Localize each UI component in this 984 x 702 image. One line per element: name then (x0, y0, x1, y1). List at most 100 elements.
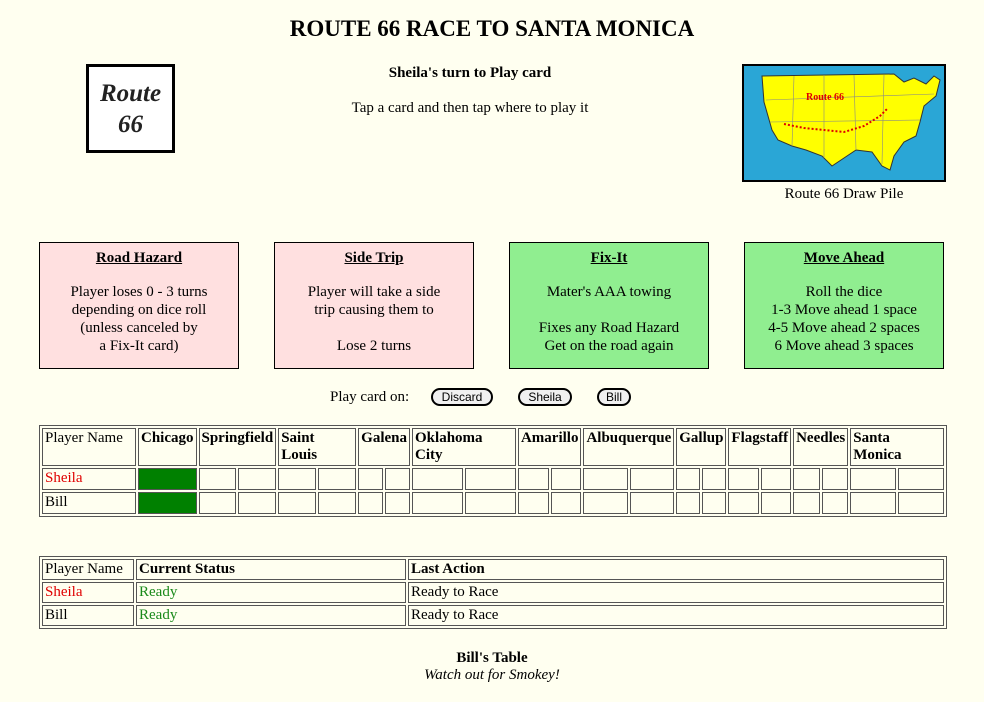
discard-button[interactable]: Discard (431, 388, 493, 406)
card-title: Road Hazard (95, 250, 183, 266)
route-66-logo: Route 66 (86, 64, 175, 153)
card-line: Player will take a side (307, 284, 441, 300)
status-last-action: Ready to Race (408, 582, 944, 603)
status-player-name: Sheila (42, 582, 134, 603)
city-needles: Needles (793, 428, 849, 466)
board-space (238, 468, 277, 490)
city-santa-monica: Santa Monica (850, 428, 944, 466)
board-space (728, 468, 759, 490)
logo-line-66: 66 (118, 110, 143, 138)
turn-indicator: Sheila's turn to Play card (388, 65, 552, 81)
card-line: 4-5 Move ahead 2 spaces (768, 320, 920, 336)
draw-pile-map[interactable]: Route 66 (742, 64, 946, 182)
board-space (412, 492, 463, 514)
tagline: Watch out for Smokey! (424, 667, 560, 683)
card-side-trip[interactable]: Side Trip Player will take a side trip c… (274, 242, 474, 369)
card-title: Move Ahead (803, 250, 885, 266)
instructions-text: Tap a card and then tap where to play it (351, 100, 589, 116)
card-line: a Fix-It card) (99, 338, 179, 354)
board-space (728, 492, 759, 514)
card-line: depending on dice roll (71, 302, 207, 318)
board-space (385, 492, 411, 514)
board-space (412, 468, 463, 490)
board-space (517, 468, 549, 490)
board-space (702, 468, 727, 490)
board-player-name: Bill (42, 492, 136, 514)
city-albuquerque: Albuquerque (583, 428, 675, 466)
status-row-sheila: Sheila Ready Ready to Race (42, 582, 944, 603)
board-space (464, 492, 516, 514)
card-line: trip causing them to (314, 302, 434, 318)
card-move-ahead[interactable]: Move Ahead Roll the dice 1-3 Move ahead … (744, 242, 944, 369)
logo-line-route: Route (99, 79, 162, 107)
card-line: Get on the road again (544, 338, 674, 354)
status-last-action: Ready to Race (408, 605, 944, 626)
board-space (760, 468, 792, 490)
status-row-bill: Bill Ready Ready to Race (42, 605, 944, 626)
card-road-hazard[interactable]: Road Hazard Player loses 0 - 3 turns dep… (39, 242, 239, 369)
table-name: Bill's Table (456, 650, 528, 666)
usa-map-icon: Route 66 (744, 66, 944, 180)
play-on-sheila-button[interactable]: Sheila (518, 388, 572, 406)
card-title: Fix-It (590, 250, 628, 266)
board-space (676, 492, 701, 514)
board-space (278, 492, 317, 514)
card-line: Mater's AAA towing (546, 284, 672, 300)
board-space (464, 468, 516, 490)
card-title: Side Trip (344, 250, 404, 266)
status-player-name: Bill (42, 605, 134, 626)
play-card-label: Play card on: (330, 389, 410, 405)
status-header-row: Player Name Current Status Last Action (42, 559, 944, 580)
board-space (702, 492, 727, 514)
card-line: Lose 2 turns (336, 338, 412, 354)
city-oklahoma-city: Oklahoma City (412, 428, 516, 466)
card-line: (unless canceled by (80, 320, 198, 336)
city-chicago: Chicago (138, 428, 197, 466)
board-space (318, 468, 357, 490)
board-row-bill: Bill (42, 492, 944, 514)
board-space (676, 468, 701, 490)
player-marker-sheila (138, 468, 197, 490)
board-space (583, 492, 628, 514)
race-board: Player Name Chicago Springfield Saint Lo… (39, 425, 947, 517)
board-header-player: Player Name (42, 428, 136, 466)
board-space (550, 468, 582, 490)
page-title: ROUTE 66 RACE TO SANTA MONICA (289, 16, 695, 41)
board-space (793, 468, 820, 490)
board-space (821, 492, 849, 514)
city-gallup: Gallup (676, 428, 727, 466)
card-line: Roll the dice (805, 284, 883, 300)
board-space (898, 492, 944, 514)
board-header-row: Player Name Chicago Springfield Saint Lo… (42, 428, 944, 466)
play-on-bill-button[interactable]: Bill (597, 388, 631, 406)
player-marker-bill (138, 492, 197, 514)
card-line (510, 301, 708, 319)
board-space (793, 492, 820, 514)
board-player-name: Sheila (42, 468, 136, 490)
board-space (583, 468, 628, 490)
board-space (385, 468, 411, 490)
status-header-last-action: Last Action (408, 559, 944, 580)
card-line: Player loses 0 - 3 turns (70, 284, 208, 300)
city-saint-louis: Saint Louis (278, 428, 357, 466)
board-space (550, 492, 582, 514)
board-space (850, 492, 897, 514)
board-space (198, 468, 237, 490)
status-current: Ready (136, 605, 406, 626)
card-line: Fixes any Road Hazard (538, 320, 680, 336)
card-line (275, 319, 473, 337)
play-card-row: Play card on: Discard Sheila Bill (0, 386, 984, 410)
board-space (358, 492, 384, 514)
draw-pile-label: Route 66 Draw Pile (784, 186, 904, 202)
status-table: Player Name Current Status Last Action S… (39, 556, 947, 629)
card-fix-it[interactable]: Fix-It Mater's AAA towing Fixes any Road… (509, 242, 709, 369)
board-space (629, 468, 675, 490)
card-line: 6 Move ahead 3 spaces (774, 338, 914, 354)
board-space (278, 468, 317, 490)
status-current: Ready (136, 582, 406, 603)
status-header-player: Player Name (42, 559, 134, 580)
status-header-current: Current Status (136, 559, 406, 580)
board-space (318, 492, 357, 514)
board-space (850, 468, 897, 490)
board-space (198, 492, 237, 514)
